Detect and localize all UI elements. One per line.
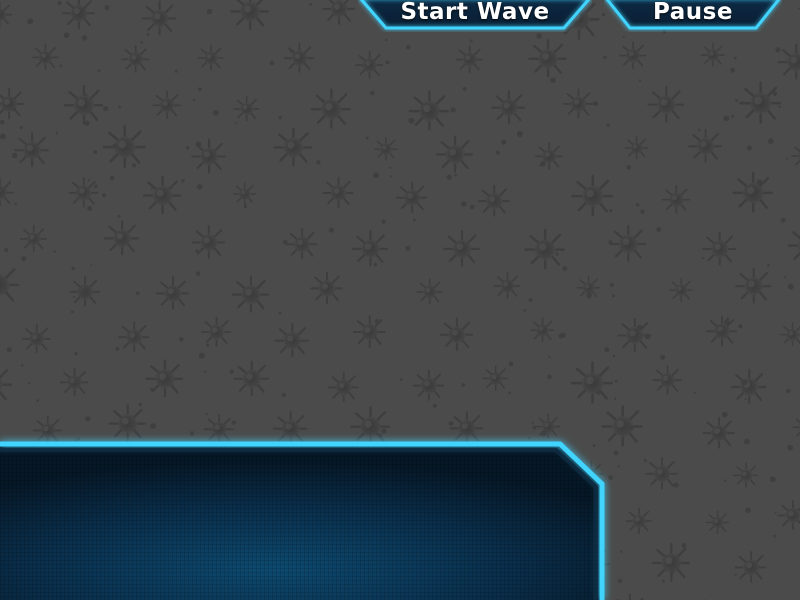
pause-label: Pause xyxy=(653,0,733,25)
start-wave-label: Start Wave xyxy=(400,0,550,25)
game-stage: Start Wave Pause xyxy=(0,0,800,600)
pause-button[interactable]: Pause xyxy=(604,0,782,30)
build-panel xyxy=(0,432,620,600)
build-panel-frame xyxy=(0,441,605,600)
start-wave-button[interactable]: Start Wave xyxy=(358,0,592,30)
